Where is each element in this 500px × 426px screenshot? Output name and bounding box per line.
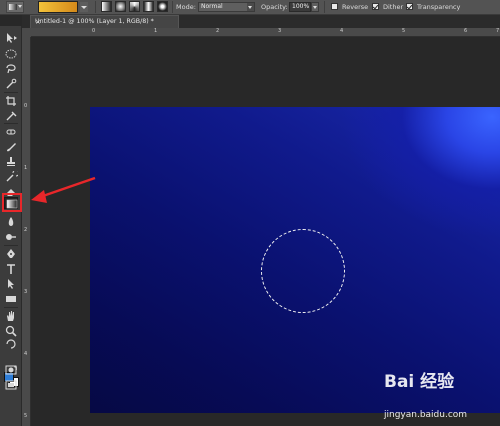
path-selection-tool-icon[interactable] — [4, 278, 18, 290]
ruler-label: 1 — [24, 165, 28, 171]
horizontal-ruler[interactable]: 0 1 2 3 4 5 6 7 — [31, 28, 500, 37]
photoshop-window: Mode: Normal Opacity: 100% Reverse Dithe… — [0, 0, 500, 426]
reverse-checkbox[interactable] — [331, 3, 338, 10]
ruler-label: 3 — [278, 28, 282, 34]
reflected-gradient-icon[interactable] — [143, 1, 154, 12]
transparency-label: Transparency — [417, 3, 461, 11]
diamond-gradient-icon[interactable] — [157, 1, 168, 12]
opacity-slider-dropdown[interactable] — [311, 2, 319, 12]
tool-preset-picker[interactable] — [6, 1, 24, 13]
mode-label: Mode: — [176, 3, 196, 11]
ruler-label: 4 — [340, 28, 344, 34]
watermark-url: jingyan.baidu.com — [384, 410, 468, 420]
ruler-label: 7 — [496, 28, 500, 34]
gradient-swatch[interactable] — [38, 1, 78, 13]
opacity-value: 100% — [292, 3, 310, 10]
mode-select[interactable]: Normal — [198, 2, 255, 12]
quick-mask-icon[interactable] — [4, 364, 18, 376]
rotate-view-tool-icon[interactable] — [4, 338, 18, 350]
marquee-tool-icon[interactable] — [4, 48, 18, 60]
annotation-arrow-head — [31, 190, 47, 203]
type-tool-icon[interactable] — [4, 263, 18, 275]
pen-tool-icon[interactable] — [4, 248, 18, 260]
ruler-label: 5 — [402, 28, 406, 34]
tool-divider — [4, 307, 18, 308]
options-separator — [324, 1, 325, 13]
close-icon[interactable]: × — [35, 18, 175, 26]
lasso-tool-icon[interactable] — [4, 63, 18, 75]
tool-divider — [4, 245, 18, 246]
crop-tool-icon[interactable] — [4, 95, 18, 107]
baidu-watermark: Bai 经验 jingyan.baidu.com — [384, 367, 499, 425]
options-separator — [95, 1, 96, 13]
ruler-label: 4 — [24, 351, 28, 357]
history-brush-tool-icon[interactable] — [4, 171, 18, 183]
ruler-label: 5 — [24, 413, 28, 419]
gradient-tool-highlight — [2, 193, 22, 212]
linear-gradient-icon[interactable] — [101, 1, 112, 12]
quick-selection-tool-icon[interactable] — [4, 78, 18, 90]
hand-tool-icon[interactable] — [4, 310, 18, 322]
reverse-label: Reverse — [342, 3, 369, 11]
move-tool-icon[interactable] — [4, 32, 18, 44]
eyedropper-tool-icon[interactable] — [4, 110, 18, 122]
ruler-label: 3 — [24, 289, 28, 295]
chevron-down-icon — [18, 5, 22, 8]
document-tab-bar: Untitled-1 @ 100% (Layer 1, RGB/8) * × — [22, 15, 500, 28]
baidu-logo: Bai 经验 — [384, 372, 455, 392]
opacity-label: Opacity: — [261, 3, 288, 11]
ruler-label: 0 — [24, 103, 28, 109]
document-tab[interactable]: Untitled-1 @ 100% (Layer 1, RGB/8) * × — [30, 15, 179, 28]
gradient-tool-icon — [9, 4, 17, 10]
dither-label: Dither — [383, 3, 404, 11]
vertical-ruler[interactable]: 0 1 2 3 4 5 — [22, 37, 31, 426]
screen-mode-icon[interactable] — [4, 379, 18, 391]
annotation-arrow-shaft — [39, 176, 96, 199]
ruler-origin[interactable] — [22, 28, 31, 37]
mode-value: Normal — [201, 3, 223, 10]
ruler-label: 0 — [92, 28, 96, 34]
tool-divider — [4, 123, 18, 124]
dodge-tool-icon[interactable] — [4, 231, 18, 243]
toolbox: ↰ — [0, 26, 22, 426]
ruler-label: 2 — [216, 28, 220, 34]
clone-stamp-tool-icon[interactable] — [4, 156, 18, 168]
zoom-tool-icon[interactable] — [4, 325, 18, 337]
chevron-down-icon — [247, 3, 254, 11]
angle-gradient-icon[interactable] — [129, 1, 140, 12]
options-bar: Mode: Normal Opacity: 100% Reverse Dithe… — [0, 0, 500, 15]
dither-checkbox[interactable] — [372, 3, 379, 10]
rectangle-tool-icon[interactable] — [4, 293, 18, 305]
elliptical-selection[interactable] — [261, 229, 345, 313]
options-separator — [172, 1, 173, 13]
radial-gradient-icon[interactable] — [115, 1, 126, 12]
healing-brush-tool-icon[interactable] — [4, 126, 18, 138]
blur-tool-icon[interactable] — [4, 216, 18, 228]
opacity-input[interactable]: 100% — [289, 2, 311, 12]
gradient-picker-dropdown[interactable] — [80, 2, 88, 12]
tool-divider — [4, 92, 18, 93]
transparency-checkbox[interactable] — [406, 3, 413, 10]
ruler-label: 6 — [464, 28, 468, 34]
ruler-label: 2 — [24, 227, 28, 233]
brush-tool-icon[interactable] — [4, 141, 18, 153]
ruler-label: 1 — [154, 28, 158, 34]
